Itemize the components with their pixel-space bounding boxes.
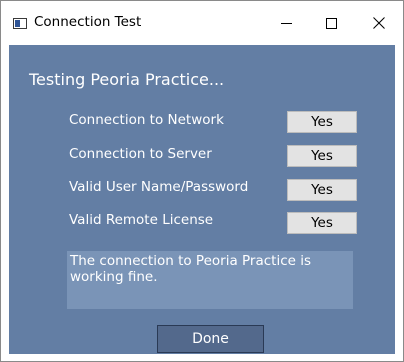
app-window-icon	[13, 18, 27, 29]
check-label-network: Connection to Network	[69, 112, 224, 128]
done-button[interactable]: Done	[157, 325, 264, 353]
check-value-credentials: Yes	[287, 179, 357, 201]
status-message: The connection to Peoria Practice is wor…	[67, 251, 353, 309]
dialog-heading: Testing Peoria Practice...	[29, 70, 225, 89]
minimize-button[interactable]	[263, 1, 309, 45]
check-value-network: Yes	[287, 111, 357, 133]
check-label-credentials: Valid User Name/Password	[69, 179, 249, 195]
maximize-icon	[325, 17, 337, 29]
window-title: Connection Test	[34, 14, 142, 30]
check-value-server: Yes	[287, 145, 357, 167]
connection-test-window: Connection Test Testing Peoria Practice.…	[0, 0, 404, 362]
check-label-license: Valid Remote License	[69, 212, 214, 228]
title-bar[interactable]: Connection Test	[1, 1, 403, 45]
close-icon	[373, 17, 385, 29]
minimize-icon	[280, 22, 292, 24]
maximize-button[interactable]	[308, 1, 354, 45]
check-label-server: Connection to Server	[69, 146, 212, 162]
check-value-license: Yes	[287, 212, 357, 234]
dialog-panel: Testing Peoria Practice... Connection to…	[9, 45, 395, 354]
close-button[interactable]	[356, 1, 402, 45]
